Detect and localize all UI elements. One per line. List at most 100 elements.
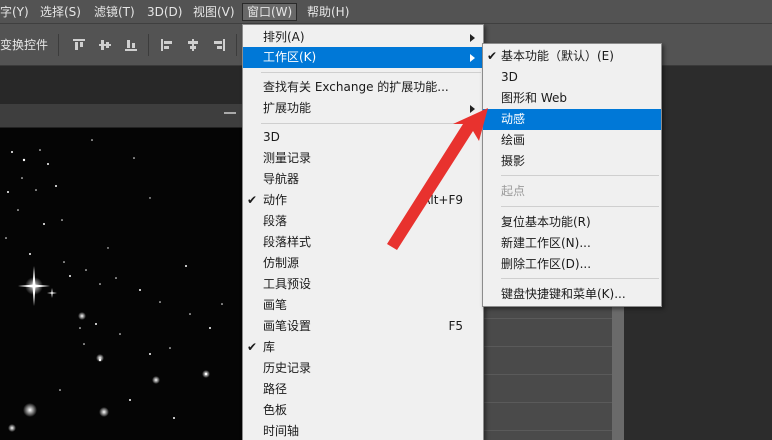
panel-background: [0, 66, 242, 104]
menu-item-reset-essentials[interactable]: 复位基本功能(R): [483, 212, 661, 233]
check-icon: ✔: [487, 49, 498, 63]
panel-scrollbar[interactable]: [612, 290, 624, 440]
menu-item-shortcut: F5: [448, 319, 463, 333]
menu-item-navigator[interactable]: 导航器: [243, 169, 483, 190]
menu-item-label: 画笔: [263, 298, 288, 312]
menu-item-paragraph-styles[interactable]: 段落样式: [243, 232, 483, 253]
menu-item-timeline[interactable]: 时间轴: [243, 421, 483, 440]
menu-item-workspace-3d[interactable]: 3D: [483, 67, 661, 88]
menu-item-label: 时间轴: [263, 424, 300, 438]
menu-window[interactable]: 窗口(W): [242, 3, 298, 21]
align-left-icon[interactable]: [160, 38, 174, 52]
menu-item-label: 仿制源: [263, 256, 300, 270]
panel-divider: [484, 318, 624, 319]
document-tab-strip: [0, 104, 242, 128]
menu-item-new-workspace[interactable]: 新建工作区(N)...: [483, 233, 661, 254]
menu-item-label: 库: [263, 340, 276, 354]
menu-item-label: 动感: [501, 112, 526, 126]
menu-item-delete-workspace[interactable]: 删除工作区(D)...: [483, 254, 661, 275]
menu-item-measurement-log[interactable]: 测量记录: [243, 148, 483, 169]
align-top-icon[interactable]: [72, 38, 86, 52]
align-vertical-center-icon[interactable]: [98, 38, 112, 52]
menu-item-label: 工具预设: [263, 277, 312, 291]
menu-item-label: 基本功能（默认）(E): [501, 49, 614, 63]
menu-item-label: 色板: [263, 403, 288, 417]
divider: [58, 34, 59, 56]
menu-item-painting[interactable]: 绘画: [483, 130, 661, 151]
menu-separator: [261, 72, 481, 73]
menu-item-tool-presets[interactable]: 工具预设: [243, 274, 483, 295]
menu-separator: [261, 123, 481, 124]
menu-item-label: 导航器: [263, 172, 300, 186]
menu-item-actions[interactable]: ✔ 动作 Alt+F9: [243, 190, 483, 211]
collapse-icon[interactable]: [224, 112, 236, 120]
divider: [148, 34, 149, 56]
menu-item-label: 画笔设置: [263, 319, 312, 333]
menu-item-label: 删除工作区(D)...: [501, 257, 592, 271]
menu-item-swatches[interactable]: 色板: [243, 400, 483, 421]
menu-item-label: 查找有关 Exchange 的扩展功能...: [263, 80, 449, 94]
menu-item-label: 段落: [263, 214, 288, 228]
menu-item-label: 测量记录: [263, 151, 312, 165]
menu-item-label: 绘画: [501, 133, 526, 147]
align-bottom-icon[interactable]: [124, 38, 138, 52]
menu-item-shortcut: Alt+F9: [422, 193, 463, 207]
check-icon: ✔: [247, 193, 258, 207]
panel-divider: [484, 430, 624, 431]
align-right-icon[interactable]: [212, 38, 226, 52]
menu-item-3d[interactable]: 3D: [243, 127, 483, 148]
menu-item-workspace[interactable]: 工作区(K): [243, 47, 483, 68]
menu-item-history[interactable]: 历史记录: [243, 358, 483, 379]
starfield-image: [5, 139, 223, 432]
menu-item-graphic-and-web[interactable]: 图形和 Web: [483, 88, 661, 109]
menu-item-find-extensions[interactable]: 查找有关 Exchange 的扩展功能...: [243, 77, 483, 98]
submenu-arrow-icon: [470, 54, 475, 62]
menu-3d[interactable]: 3D(D): [143, 3, 186, 21]
menu-item-label: 新建工作区(N)...: [501, 236, 591, 250]
menu-item-label: 工作区(K): [263, 50, 317, 64]
menu-item-label: 排列(A): [263, 30, 305, 44]
align-horizontal-center-icon[interactable]: [186, 38, 200, 52]
check-icon: ✔: [247, 340, 258, 354]
panel-stack: [484, 290, 624, 440]
menu-item-motion[interactable]: 动感: [483, 109, 661, 130]
menu-item-paths[interactable]: 路径: [243, 379, 483, 400]
menu-view[interactable]: 视图(V): [189, 3, 239, 21]
show-transform-controls-label[interactable]: 变换控件: [0, 36, 48, 53]
menu-item-label: 3D: [501, 70, 518, 84]
menu-filter[interactable]: 滤镜(T): [90, 3, 139, 21]
window-menu-dropdown: 排列(A) 工作区(K) 查找有关 Exchange 的扩展功能... 扩展功能…: [242, 24, 484, 440]
menu-item-brushes[interactable]: 画笔: [243, 295, 483, 316]
menu-item-label: 图形和 Web: [501, 91, 567, 105]
menu-item-label: 历史记录: [263, 361, 312, 375]
menu-type[interactable]: 字(Y): [0, 3, 33, 21]
panel-divider: [484, 374, 624, 375]
divider: [236, 34, 237, 56]
submenu-arrow-icon: [470, 34, 475, 42]
document-canvas[interactable]: [0, 128, 242, 440]
menu-separator: [501, 206, 659, 207]
menu-item-paragraph[interactable]: 段落: [243, 211, 483, 232]
menu-select[interactable]: 选择(S): [36, 3, 85, 21]
menu-separator: [501, 175, 659, 176]
menu-item-brush-settings[interactable]: 画笔设置 F5: [243, 316, 483, 337]
menu-separator: [501, 278, 659, 279]
workspace-submenu: ✔ 基本功能（默认）(E) 3D 图形和 Web 动感 绘画 摄影 起点 复位基…: [482, 43, 662, 307]
menu-item-extensions[interactable]: 扩展功能: [243, 98, 483, 119]
menu-item-label: 路径: [263, 382, 288, 396]
menu-item-keyboard-shortcuts[interactable]: 键盘快捷键和菜单(K)...: [483, 284, 661, 305]
panel-divider: [484, 346, 624, 347]
menu-item-essentials-default[interactable]: ✔ 基本功能（默认）(E): [483, 46, 661, 67]
menu-item-photography[interactable]: 摄影: [483, 151, 661, 172]
menu-item-label: 段落样式: [263, 235, 312, 249]
menu-item-label: 摄影: [501, 154, 526, 168]
menu-item-label: 复位基本功能(R): [501, 215, 591, 229]
menu-item-libraries[interactable]: ✔ 库: [243, 337, 483, 358]
menu-help[interactable]: 帮助(H): [303, 3, 353, 21]
menu-item-label: 3D: [263, 130, 280, 144]
menu-item-arrange[interactable]: 排列(A): [243, 27, 483, 48]
panel-divider: [484, 402, 624, 403]
menu-item-label: 键盘快捷键和菜单(K)...: [501, 287, 626, 301]
submenu-arrow-icon: [470, 105, 475, 113]
menu-item-clone-source[interactable]: 仿制源: [243, 253, 483, 274]
